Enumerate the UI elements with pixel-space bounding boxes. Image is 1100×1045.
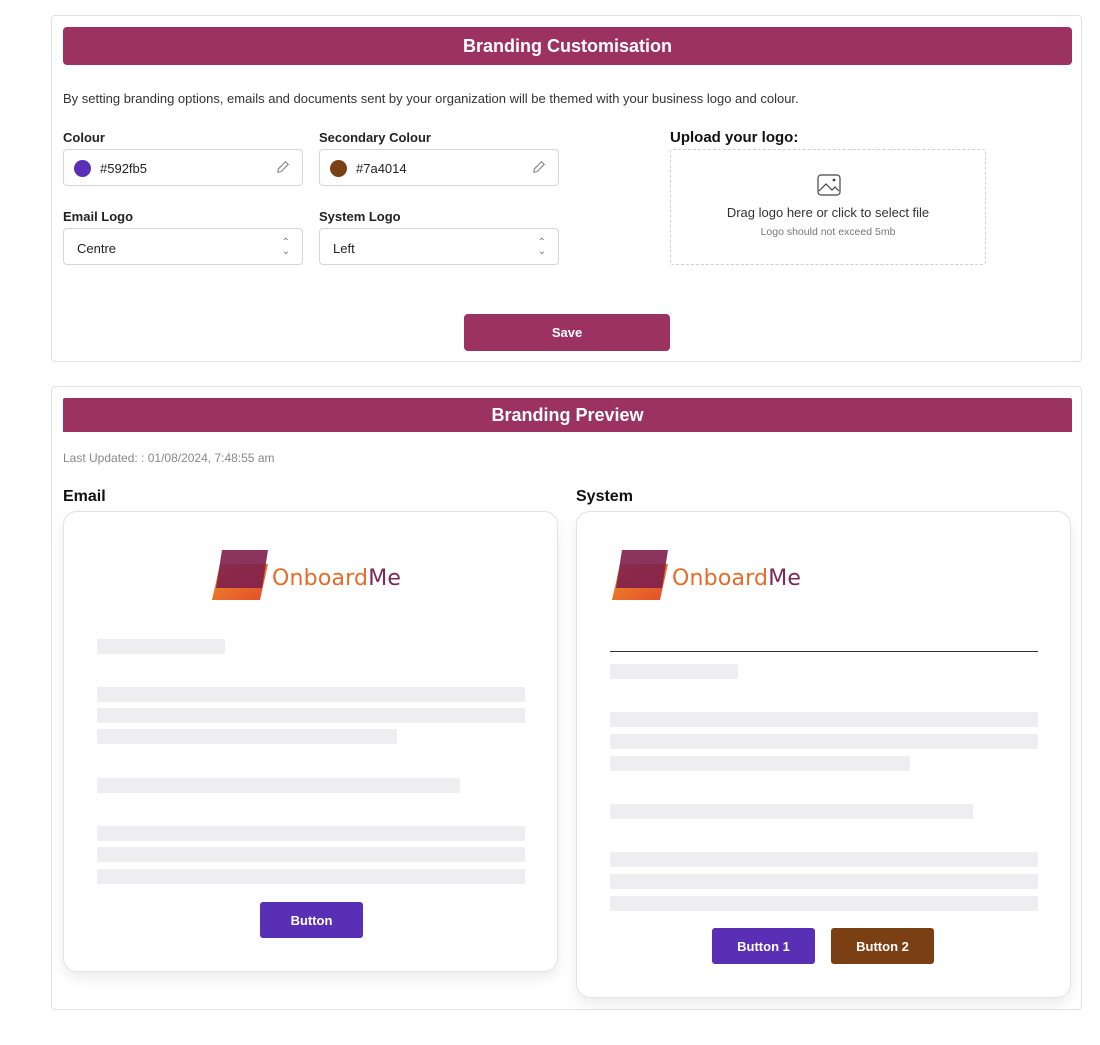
logo-mark-icon — [212, 550, 268, 600]
system-preview-button-2[interactable]: Button 2 — [831, 928, 934, 964]
skeleton-line — [610, 896, 1038, 911]
branding-customisation-panel: Branding Customisation By setting brandi… — [51, 15, 1082, 362]
skeleton-line — [97, 729, 397, 744]
colour-swatch — [74, 160, 91, 177]
colour-value: #592fb5 — [100, 161, 147, 176]
skeleton-line — [610, 712, 1038, 727]
logo-text: OnboardMe — [672, 566, 802, 591]
logo-text: OnboardMe — [272, 566, 402, 591]
upload-logo-title: Upload your logo: — [670, 129, 799, 146]
customisation-title: Branding Customisation — [63, 27, 1072, 65]
email-preview-heading: Email — [63, 488, 106, 505]
email-logo-label: Email Logo — [63, 209, 134, 224]
colour-picker[interactable]: #592fb5 — [63, 149, 303, 186]
skeleton-line — [610, 852, 1038, 867]
secondary-colour-picker[interactable]: #7a4014 — [319, 149, 559, 186]
email-preview-card: OnboardMe Button — [63, 511, 558, 972]
system-logo-value: Left — [333, 241, 355, 256]
logo-dropzone[interactable]: Drag logo here or click to select file L… — [670, 149, 986, 265]
email-logo-value: Centre — [77, 241, 117, 256]
pencil-icon[interactable] — [276, 160, 290, 174]
pencil-icon[interactable] — [532, 160, 546, 174]
dropzone-instruction: Drag logo here or click to select file — [726, 205, 930, 220]
skeleton-line — [97, 826, 525, 841]
skeleton-line — [610, 874, 1038, 889]
system-logo-select[interactable]: Left ⌃ ⌄ — [319, 228, 559, 265]
skeleton-line — [97, 778, 460, 793]
system-preview-card: OnboardMe Button 1 Button 2 — [576, 511, 1071, 998]
image-icon — [817, 174, 841, 196]
email-logo-select[interactable]: Centre ⌃ ⌄ — [63, 228, 303, 265]
skeleton-line — [97, 639, 225, 654]
onboardme-logo: OnboardMe — [612, 548, 822, 608]
onboardme-logo: OnboardMe — [212, 548, 422, 608]
branding-preview-panel: Branding Preview Last Updated: : 01/08/2… — [51, 386, 1082, 1010]
preview-title: Branding Preview — [63, 398, 1072, 432]
skeleton-line — [97, 687, 525, 702]
skeleton-line — [97, 869, 525, 884]
skeleton-line — [610, 664, 738, 679]
secondary-colour-label: Secondary Colour — [319, 130, 431, 145]
save-button[interactable]: Save — [464, 314, 670, 351]
customisation-intro: By setting branding options, emails and … — [63, 91, 799, 106]
logo-mark-icon — [612, 550, 668, 600]
colour-label: Colour — [63, 130, 105, 145]
skeleton-line — [610, 804, 973, 819]
skeleton-line — [97, 847, 525, 862]
system-logo-label: System Logo — [319, 209, 401, 224]
header-divider — [610, 651, 1038, 652]
secondary-colour-swatch — [330, 160, 347, 177]
dropzone-limit: Logo should not exceed 5mb — [760, 226, 896, 238]
secondary-colour-value: #7a4014 — [356, 161, 407, 176]
chevron-up-down-icon: ⌃ ⌄ — [537, 237, 546, 257]
system-preview-button-1[interactable]: Button 1 — [712, 928, 815, 964]
skeleton-line — [610, 734, 1038, 749]
skeleton-line — [97, 708, 525, 723]
skeleton-line — [610, 756, 910, 771]
system-preview-heading: System — [576, 488, 633, 505]
chevron-up-down-icon: ⌃ ⌄ — [281, 237, 290, 257]
last-updated: Last Updated: : 01/08/2024, 7:48:55 am — [63, 451, 275, 465]
email-preview-button[interactable]: Button — [260, 902, 363, 938]
